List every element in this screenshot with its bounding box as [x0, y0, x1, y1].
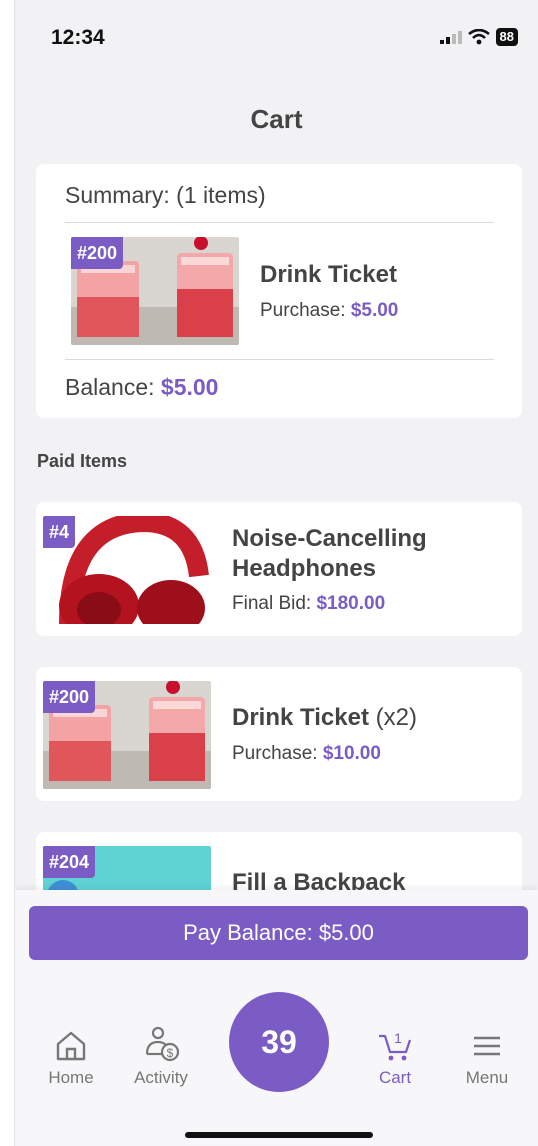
- item-quantity: (x2): [375, 704, 417, 731]
- status-time: 12:34: [51, 26, 105, 49]
- price-amount: $5.00: [350, 300, 399, 321]
- balance-line: Balance: $5.00: [65, 374, 218, 401]
- item-name: Drink Ticket (x2): [232, 703, 417, 733]
- tab-bar: Home $ Activity 39 1 Cart Menu: [15, 990, 538, 1100]
- wifi-icon: [467, 29, 490, 45]
- tab-label: Home: [48, 1068, 94, 1087]
- home-icon: [56, 1031, 86, 1061]
- price-label: Purchase:: [232, 743, 318, 764]
- cart-icon: 1: [379, 1030, 412, 1061]
- activity-icon: $: [145, 1026, 180, 1062]
- home-indicator: [185, 1132, 373, 1138]
- cart-count: 1: [394, 1030, 402, 1046]
- item-number-badge: #4: [43, 516, 76, 548]
- item-price: Final Bid: $180.00: [232, 593, 385, 615]
- item-number-badge: #204: [43, 846, 96, 878]
- drink-ticket-thumbnail[interactable]: #200: [71, 237, 239, 345]
- summary-title: Summary: (1 items): [65, 182, 266, 208]
- price-label: Purchase:: [260, 300, 346, 321]
- item-number-badge: #200: [43, 681, 96, 713]
- status-bar: 12:34 88: [15, 24, 538, 54]
- menu-icon: [474, 1036, 500, 1056]
- tab-menu[interactable]: Menu: [447, 1030, 527, 1088]
- price-amount: $180.00: [316, 593, 386, 614]
- item-name: Noise-Cancelling Headphones: [232, 524, 427, 584]
- item-price: Purchase: $10.00: [232, 743, 381, 765]
- item-name-line-2: Headphones: [232, 555, 377, 582]
- divider: [65, 359, 494, 360]
- item-name[interactable]: Drink Ticket: [260, 260, 397, 290]
- bottom-panel: Pay Balance: $5.00 Home $ Activity 39 1 …: [15, 890, 538, 1146]
- tab-activity[interactable]: $ Activity: [121, 1026, 201, 1088]
- drink-ticket-thumbnail: #200: [43, 681, 211, 789]
- page-title: Cart: [250, 104, 303, 134]
- status-icons: 88: [439, 28, 518, 46]
- price-amount: $10.00: [322, 743, 381, 764]
- tab-label: Menu: [465, 1068, 509, 1087]
- battery-icon: 88: [495, 28, 518, 46]
- item-number-badge: #200: [71, 237, 124, 269]
- signal-icon: [439, 31, 462, 44]
- pay-balance-button[interactable]: Pay Balance: $5.00: [29, 906, 528, 960]
- center-action-button[interactable]: 39: [229, 992, 329, 1092]
- item-name-text: Drink Ticket: [232, 704, 369, 731]
- tab-label: Cart: [378, 1068, 412, 1087]
- divider: [65, 222, 494, 223]
- headphones-thumbnail: #4: [43, 516, 211, 624]
- price-label: Final Bid:: [232, 593, 312, 614]
- tab-label: Activity: [134, 1068, 188, 1087]
- paid-item-card[interactable]: #4 Noise-Cancelling Headphones Final Bid…: [36, 502, 522, 636]
- balance-label: Balance:: [65, 374, 155, 400]
- item-price: Purchase: $5.00: [260, 300, 398, 322]
- balance-amount: $5.00: [160, 374, 219, 400]
- paid-items-title: Paid Items: [37, 451, 128, 471]
- item-name-line-1: Noise-Cancelling: [232, 525, 427, 552]
- summary-card: Summary: (1 items) #200 Drink Ticket Pur…: [36, 164, 522, 418]
- phone-screen: 12:34 88 Cart Summary: (1 items) #200 Dr…: [14, 0, 538, 1146]
- paid-item-card[interactable]: #200 Drink Ticket (x2) Purchase: $10.00: [36, 667, 522, 801]
- tab-cart[interactable]: 1 Cart: [355, 1028, 435, 1088]
- tab-home[interactable]: Home: [31, 1030, 111, 1088]
- svg-text:$: $: [167, 1046, 174, 1060]
